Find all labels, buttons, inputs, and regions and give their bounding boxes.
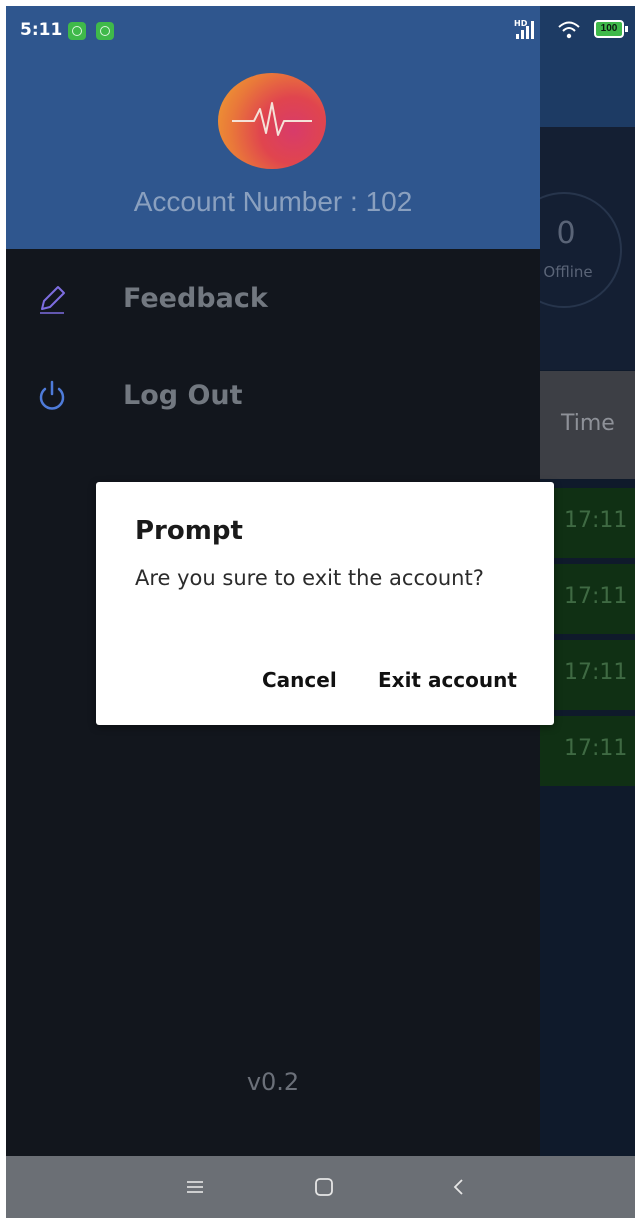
status-time: 5:11	[20, 20, 63, 40]
dialog-message: Are you sure to exit the account?	[135, 566, 484, 590]
notification-app-icon	[68, 22, 86, 40]
table-row[interactable]: 17:11	[540, 488, 635, 558]
back-icon[interactable]	[446, 1174, 472, 1200]
table-row[interactable]: 17:11	[540, 564, 635, 634]
signal-icon: HD	[514, 18, 540, 44]
status-bar: 5:11 HD 100	[6, 6, 635, 54]
exit-account-button[interactable]: Exit account	[378, 668, 517, 692]
network-type-label: HD	[514, 19, 528, 28]
power-icon	[34, 378, 70, 414]
notification-app-icon	[96, 22, 114, 40]
system-nav-bar	[6, 1156, 635, 1218]
screen: 0 Offline Time 17:11 17:11 17:11 17:11 A…	[6, 6, 635, 1218]
time-column-header: Time	[561, 411, 615, 436]
menu-item-logout[interactable]: Log Out	[6, 360, 540, 430]
exit-confirmation-dialog: Prompt Are you sure to exit the account?…	[96, 482, 554, 725]
menu-item-label: Log Out	[123, 380, 243, 411]
menu-item-feedback[interactable]: Feedback	[6, 263, 540, 333]
menu-item-label: Feedback	[123, 283, 268, 314]
table-row[interactable]: 17:11	[540, 716, 635, 786]
offline-label: Offline	[543, 263, 593, 281]
wifi-icon	[556, 18, 582, 44]
dialog-title: Prompt	[135, 516, 243, 546]
pencil-icon	[34, 281, 70, 317]
offline-count: 0	[556, 216, 576, 251]
cancel-button[interactable]: Cancel	[262, 668, 337, 692]
menu-icon[interactable]	[182, 1174, 208, 1200]
app-body	[540, 806, 635, 1156]
home-icon[interactable]	[311, 1174, 337, 1200]
table-row[interactable]: 17:11	[540, 640, 635, 710]
account-number: Account Number : 102	[133, 186, 413, 217]
app-version: v0.2	[246, 1068, 300, 1096]
battery-icon: 100	[594, 20, 628, 38]
heartbeat-logo-icon	[218, 73, 326, 169]
